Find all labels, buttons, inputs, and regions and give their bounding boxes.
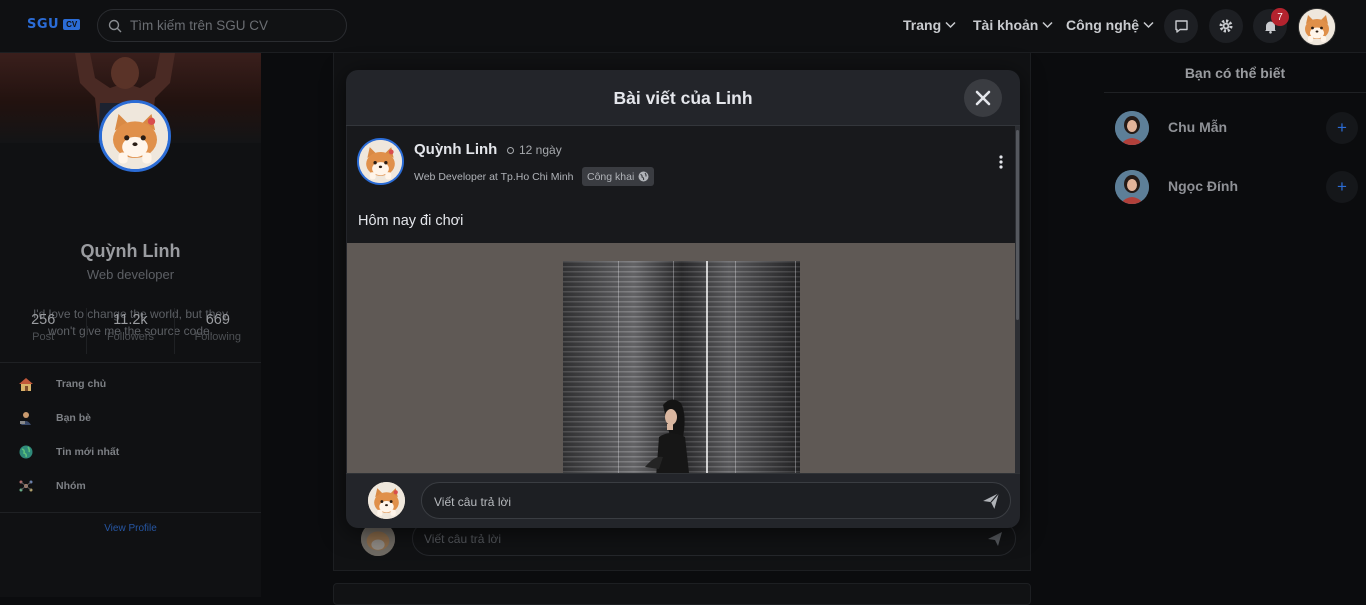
more-options-icon[interactable] [999,155,1003,169]
chevron-down-icon [1042,21,1053,29]
post-author-subtitle: Web Developer at Tp.Ho Chi Minh [414,171,574,183]
nav-item-label: Bạn bè [56,412,92,424]
menu-cong-nghe-label: Công nghệ [1066,17,1140,33]
stat-label: Followers [106,331,155,343]
feed-next-post-card [333,583,1031,605]
suggestion-avatar [1115,111,1149,145]
notification-badge: 7 [1271,8,1289,26]
blind-slat [735,261,736,473]
send-icon[interactable] [982,492,1000,510]
blind-slat [618,261,619,473]
stat-label: Following [194,331,242,343]
globe-icon [18,444,34,460]
message-icon [1174,19,1188,33]
person-avatar-icon [1115,170,1149,204]
logo-text: SGU [27,17,60,32]
chevron-down-icon [945,21,956,29]
stat-following[interactable]: 669 Following [175,308,261,354]
shiba-avatar-icon [368,482,405,519]
menu-tai-khoan[interactable]: Tài khoản [973,17,1053,33]
friends-icon [18,410,34,426]
post-author-name[interactable]: Quỳnh Linh [414,141,497,158]
menu-trang-label: Trang [903,17,942,33]
add-friend-button[interactable]: + [1326,112,1358,144]
search-bar[interactable] [97,9,347,42]
nav-item-nhom[interactable]: Nhóm [18,469,119,503]
divider [346,473,1020,474]
post: Quỳnh Linh 12 ngày Web Developer at Tp.H… [347,126,1015,473]
blind-slat [795,261,796,473]
stat-value: 669 [205,312,230,328]
reply-input[interactable] [432,483,976,520]
logo[interactable]: SGU CV [27,17,81,32]
nav-item-tin-moi-nhat[interactable]: Tin mới nhất [18,435,119,469]
globe-icon [638,171,649,182]
profile-nav: Trang chủ Bạn bè Tin mới nhất Nhóm [18,367,119,503]
post-time-label: 12 ngày [519,143,562,157]
profile-avatar[interactable] [99,100,171,172]
suggestion-name: Ngọc Đính [1168,178,1238,194]
post-media [347,243,1015,473]
suggestion-avatar [1115,170,1149,204]
person-photo-icon [645,399,689,473]
nav-item-label: Tin mới nhất [56,446,120,458]
divider [1104,92,1366,93]
add-friend-button[interactable]: + [1326,171,1358,203]
shiba-avatar-icon [1299,9,1335,45]
chevron-down-icon [1143,21,1154,29]
post-photo[interactable] [563,261,800,473]
gear-icon [1219,19,1233,33]
search-icon [108,19,122,32]
send-icon[interactable] [987,531,1003,547]
menu-tai-khoan-label: Tài khoản [973,17,1039,33]
suggestion-name: Chu Mẫn [1168,119,1228,135]
view-profile-link[interactable]: View Profile [0,523,261,534]
post-text: Hôm nay đi chơi [358,213,464,229]
divider [0,362,261,363]
privacy-label: Công khai [587,170,635,183]
menu-cong-nghe[interactable]: Công nghệ [1066,17,1154,33]
profile-card: Quỳnh Linh Web developer I'd love to cha… [0,53,261,597]
group-icon [18,478,34,494]
logo-badge: CV [63,19,81,30]
menu-trang[interactable]: Trang [903,17,956,33]
close-icon [975,90,991,106]
profile-role: Web developer [86,267,175,282]
stat-value: 256 [31,312,56,328]
modal-title: Bài viết của Linh [613,88,753,108]
nav-item-label: Trang chủ [56,378,107,390]
suggestion-item[interactable]: Ngọc Đính + [1115,170,1365,206]
top-navbar: SGU CV Trang Tài khoản Công nghệ [0,0,1366,53]
suggestions-panel: Bạn có thể biết Chu Mẫn + Ngọc Đính + [1104,53,1366,597]
house-icon [18,376,34,392]
person-avatar-icon [1115,111,1149,145]
post-author-avatar[interactable] [357,138,404,185]
nav-item-ban-be[interactable]: Bạn bè [18,401,119,435]
profile-name: Quỳnh Linh [80,241,181,261]
divider [0,512,261,513]
user-avatar[interactable] [1298,8,1336,46]
messages-button[interactable] [1164,9,1198,43]
shiba-avatar-icon [102,103,168,169]
suggestion-item[interactable]: Chu Mẫn + [1115,111,1365,147]
stat-posts[interactable]: 256 Post [0,308,88,354]
profile-stats: 256 Post 11.2k Followers 669 Following [0,308,261,354]
scrollbar-thumb[interactable] [1016,130,1019,320]
settings-button[interactable] [1209,9,1243,43]
stat-label: Post [32,331,55,343]
dot-icon [507,146,514,154]
reply-avatar [368,482,405,519]
post-modal: Bài viết của Linh Quỳnh Linh 12 ngày Web… [346,70,1020,528]
search-input[interactable] [128,17,332,34]
close-button[interactable] [964,79,1002,117]
post-time: 12 ngày [507,143,562,157]
stat-followers[interactable]: 11.2k Followers [87,308,175,354]
reply-box [421,482,1011,520]
shiba-avatar-icon [359,140,402,183]
nav-item-label: Nhóm [56,480,86,492]
nav-item-trang-chu[interactable]: Trang chủ [18,367,119,401]
stat-value: 11.2k [113,312,148,328]
privacy-badge[interactable]: Công khai [582,167,655,186]
suggestions-title: Bạn có thể biết [1184,65,1286,81]
